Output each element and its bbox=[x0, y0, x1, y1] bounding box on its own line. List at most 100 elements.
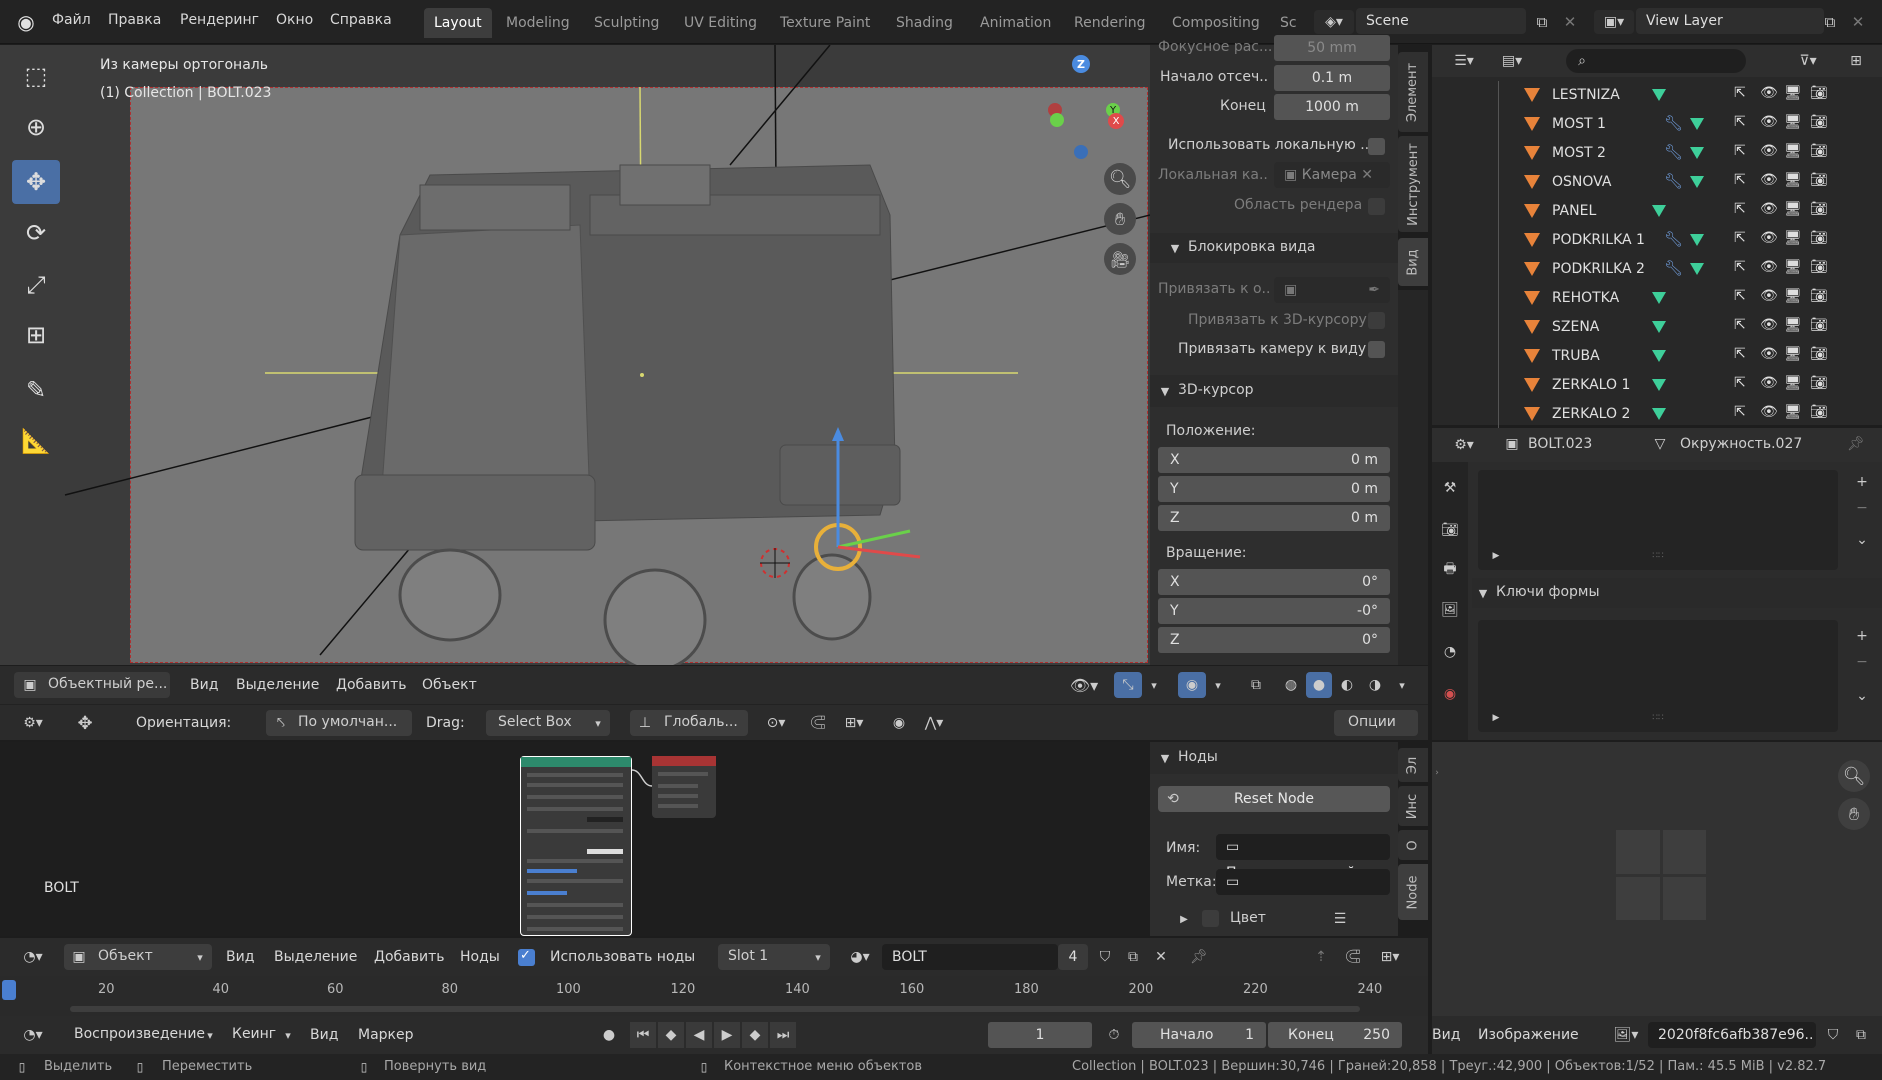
resize-handle-icon[interactable]: ∷∷ bbox=[1648, 712, 1668, 724]
render-toggle-icon[interactable]: 📷︎ bbox=[1810, 143, 1828, 159]
outliner-row[interactable]: TRUBA ⇱ 👁︎ 🖥︎ 📷︎ bbox=[1432, 342, 1882, 371]
pin-icon[interactable]: 📌︎ bbox=[1846, 434, 1866, 454]
visibility-icon[interactable]: 👁︎▾ bbox=[1064, 672, 1104, 698]
outliner-row[interactable]: LESTNIZA ⇱ 👁︎ 🖥︎ 📷︎ bbox=[1432, 81, 1882, 110]
tab-node[interactable]: Node bbox=[1398, 864, 1428, 920]
transform-tool-icon[interactable]: ⊞ bbox=[12, 313, 60, 357]
view-layer-close-icon[interactable]: ✕ bbox=[1846, 10, 1870, 34]
clip-start-field[interactable]: 0.1 m bbox=[1274, 65, 1390, 91]
menu-edit[interactable]: Правка bbox=[108, 12, 161, 28]
outliner-row[interactable]: PODKRILKA 1 🔧︎ ⇱ 👁︎ 🖥︎ 📷︎ bbox=[1432, 226, 1882, 255]
axis-neg-y-icon[interactable] bbox=[1050, 113, 1064, 127]
jump-start-icon[interactable]: ⏮ bbox=[630, 1022, 656, 1048]
outliner-row[interactable]: ZERKALO 1 ⇱ 👁︎ 🖥︎ 📷︎ bbox=[1432, 371, 1882, 400]
remove-shape-key-icon[interactable]: − bbox=[1850, 650, 1874, 674]
viewport-toggle-icon[interactable]: 🖥︎ bbox=[1784, 143, 1802, 159]
vertex-groups-list[interactable]: ▶ ∷∷ bbox=[1478, 470, 1838, 570]
move-tool-icon[interactable]: ✥ bbox=[12, 160, 60, 204]
render-toggle-icon[interactable]: 📷︎ bbox=[1810, 346, 1828, 362]
view-layer-icon[interactable]: ▣▾ bbox=[1594, 10, 1634, 34]
jump-end-icon[interactable]: ⏭ bbox=[770, 1022, 796, 1048]
outliner-row[interactable]: OSNOVA 🔧︎ ⇱ 👁︎ 🖥︎ 📷︎ bbox=[1432, 168, 1882, 197]
viewport-toggle-icon[interactable]: 🖥︎ bbox=[1784, 317, 1802, 333]
outliner-row[interactable]: REHOTKA ⇱ 👁︎ 🖥︎ 📷︎ bbox=[1432, 284, 1882, 313]
menu-help[interactable]: Справка bbox=[330, 12, 392, 28]
tab-layout[interactable]: Layout bbox=[424, 8, 492, 38]
overlays-icon[interactable]: ◉ bbox=[1178, 672, 1206, 698]
view-layer-copy-icon[interactable]: ⧉ bbox=[1818, 10, 1842, 34]
zoom-icon[interactable]: 🔍︎ bbox=[1838, 760, 1870, 792]
tab-texture-paint[interactable]: Texture Paint bbox=[770, 8, 880, 38]
zoom-icon[interactable]: 🔍︎ bbox=[1104, 163, 1136, 195]
timeline-menu-marker[interactable]: Маркер bbox=[358, 1027, 414, 1043]
unlink-material-icon[interactable]: ✕ bbox=[1148, 944, 1174, 970]
next-keyframe-icon[interactable]: ◆ bbox=[742, 1022, 768, 1048]
resize-handle-icon[interactable]: ∷∷ bbox=[1648, 550, 1668, 562]
cursor-loc-z[interactable]: Z 0 m bbox=[1158, 505, 1390, 531]
tab-shading[interactable]: Shading bbox=[886, 8, 963, 38]
options-dropdown[interactable]: Опции bbox=[1334, 710, 1418, 736]
eye-icon[interactable]: 👁︎ bbox=[1760, 259, 1778, 275]
viewport-toggle-icon[interactable]: 🖥︎ bbox=[1784, 172, 1802, 188]
render-region-checkbox[interactable] bbox=[1368, 198, 1385, 215]
pivot-icon[interactable]: ⊙▾ bbox=[756, 710, 796, 736]
scene-close-icon[interactable]: ✕ bbox=[1558, 10, 1582, 34]
scene-copy-icon[interactable]: ⧉ bbox=[1530, 10, 1554, 34]
camera-view-icon[interactable]: 🎥︎ bbox=[1104, 243, 1136, 275]
sidebar-expand-icon[interactable]: › bbox=[1432, 766, 1442, 780]
shading-dropdown-icon[interactable]: ▾ bbox=[1392, 672, 1412, 698]
editor-type-icon[interactable]: ◔▾ bbox=[10, 944, 56, 970]
use-local-camera-checkbox[interactable] bbox=[1368, 138, 1385, 155]
shading-solid-icon[interactable]: ● bbox=[1306, 672, 1332, 698]
image-menu-view[interactable]: Вид bbox=[1432, 1027, 1460, 1043]
cursor-loc-y[interactable]: Y 0 m bbox=[1158, 476, 1390, 502]
editor-type-icon[interactable]: ◔▾ bbox=[10, 1022, 56, 1048]
select-toggle-icon[interactable]: ⇱ bbox=[1734, 230, 1746, 246]
tab-sculpting[interactable]: Sculpting bbox=[584, 8, 669, 38]
select-toggle-icon[interactable]: ⇱ bbox=[1734, 375, 1746, 391]
scene-tab-icon[interactable]: ◔ bbox=[1436, 638, 1464, 666]
select-toggle-icon[interactable]: ⇱ bbox=[1734, 114, 1746, 130]
view-lock-section[interactable]: Блокировка вида ▼ bbox=[1150, 233, 1398, 263]
display-mode-icon[interactable]: ▤▾ bbox=[1492, 49, 1532, 73]
expand-icon[interactable]: ▶ bbox=[1490, 550, 1502, 562]
tool-settings-icon[interactable]: ⚙▾ bbox=[10, 710, 56, 736]
viewport-toggle-icon[interactable]: 🖥︎ bbox=[1784, 346, 1802, 362]
tab-animation[interactable]: Animation bbox=[970, 8, 1061, 38]
render-toggle-icon[interactable]: 📷︎ bbox=[1810, 317, 1828, 333]
axis-neg-z-icon[interactable] bbox=[1074, 145, 1088, 159]
material-users-count[interactable]: 4 bbox=[1058, 944, 1088, 970]
fake-user-icon[interactable]: ⛉ bbox=[1820, 1022, 1846, 1048]
shape-keys-list[interactable]: ▶ ∷∷ bbox=[1478, 620, 1838, 732]
snap-icon[interactable]: 🧲︎ bbox=[804, 710, 832, 736]
duplicate-material-icon[interactable]: ⧉ bbox=[1120, 944, 1146, 970]
shader-type-dropdown[interactable]: ▣ Объект ▾ bbox=[64, 944, 212, 970]
output-tab-icon[interactable]: 🖶︎ bbox=[1436, 556, 1464, 584]
gizmo-dropdown-icon[interactable]: ▾ bbox=[1144, 672, 1164, 698]
eye-icon[interactable]: 👁︎ bbox=[1760, 375, 1778, 391]
axis-x-icon[interactable]: X bbox=[1108, 113, 1124, 129]
render-toggle-icon[interactable]: 📷︎ bbox=[1810, 288, 1828, 304]
render-toggle-icon[interactable]: 📷︎ bbox=[1810, 201, 1828, 217]
reset-node-button[interactable]: ⟲ Reset Node bbox=[1158, 786, 1390, 812]
viewport-menu-add[interactable]: Добавить bbox=[336, 677, 406, 693]
pan-hand-icon[interactable]: ✋︎ bbox=[1104, 203, 1136, 235]
select-toggle-icon[interactable]: ⇱ bbox=[1734, 85, 1746, 101]
record-icon[interactable]: ● bbox=[596, 1022, 622, 1048]
image-editor[interactable]: 🔍︎ ✋︎ › bbox=[1432, 742, 1882, 1018]
viewport-menu-view[interactable]: Вид bbox=[190, 677, 218, 693]
proportional-edit-icon[interactable]: ◉ bbox=[886, 710, 912, 736]
view-layer-field[interactable]: View Layer bbox=[1636, 8, 1824, 34]
cursor-rot-x[interactable]: X 0° bbox=[1158, 569, 1390, 595]
select-toggle-icon[interactable]: ⇱ bbox=[1734, 317, 1746, 333]
image-browse-icon[interactable]: 🖼︎▾ bbox=[1606, 1022, 1646, 1048]
node-color-checkbox[interactable] bbox=[1202, 910, 1219, 927]
frame-start-field[interactable]: Начало 1 bbox=[1132, 1022, 1266, 1048]
tab-modeling[interactable]: Modeling bbox=[496, 8, 580, 38]
parent-node-tree-icon[interactable]: ⇡ bbox=[1308, 944, 1334, 970]
expand-icon[interactable]: ▶ bbox=[1490, 712, 1502, 724]
lock-to-object-field[interactable]: ▣ ✒ bbox=[1274, 277, 1390, 303]
cursor-tool-icon[interactable]: ⊕ bbox=[12, 105, 60, 149]
axis-z-icon[interactable]: Z bbox=[1072, 55, 1090, 73]
blender-logo-icon[interactable]: ◉ bbox=[12, 10, 40, 34]
